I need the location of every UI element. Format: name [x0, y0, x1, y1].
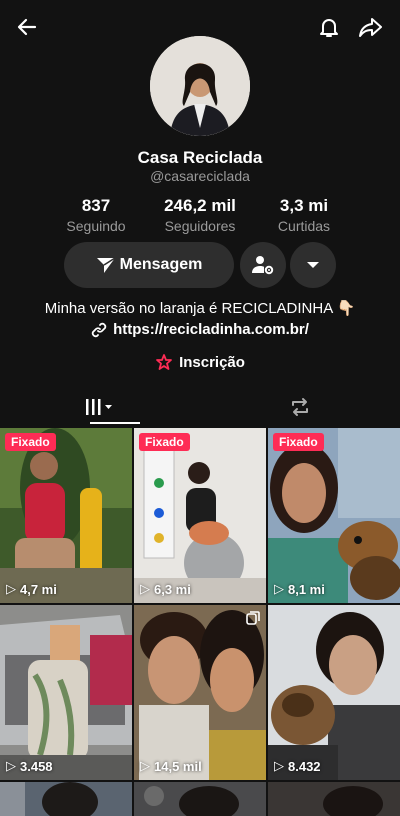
bio-link[interactable]: https://recicladinha.com.br/	[0, 321, 400, 338]
video-tile[interactable]: ▷ 14,5 mil	[134, 605, 266, 780]
play-icon: ▷	[274, 758, 284, 773]
share-icon[interactable]	[356, 12, 386, 42]
grid-icon	[83, 396, 117, 418]
subscription-icon	[155, 353, 173, 371]
video-tile[interactable]: Fixado ▷ 8,1 mi	[268, 428, 400, 603]
more-button[interactable]	[290, 242, 336, 288]
subscription-button[interactable]: Inscrição	[0, 353, 400, 371]
person-gear-icon	[251, 253, 275, 277]
video-tile[interactable]: ▷ 8.432	[268, 605, 400, 780]
stat-following[interactable]: 837 Seguindo	[56, 196, 136, 234]
stat-followers-label: Seguidores	[164, 218, 236, 234]
view-count: ▷ 3.458	[6, 758, 53, 774]
message-button-label: Mensagem	[119, 256, 203, 273]
pinned-badge: Fixado	[5, 433, 56, 451]
pinned-badge: Fixado	[273, 433, 324, 451]
play-icon: ▷	[140, 581, 150, 596]
play-icon: ▷	[274, 581, 284, 596]
stat-following-value: 837	[81, 196, 111, 215]
bell-icon[interactable]	[314, 12, 344, 42]
play-icon: ▷	[6, 758, 16, 773]
stat-likes-label: Curtidas	[277, 218, 331, 234]
tab-reposts[interactable]	[200, 388, 400, 426]
video-tile[interactable]	[268, 782, 400, 816]
active-tab-indicator	[90, 422, 140, 424]
repost-icon	[288, 396, 312, 418]
view-count: ▷ 14,5 mil	[140, 758, 202, 774]
video-grid: Fixado ▷ 4,7 mi Fixado ▷ 6,3 mi Fixado ▷ 8,…	[0, 428, 400, 816]
view-count: ▷ 8,1 mi	[274, 581, 325, 597]
send-icon	[96, 256, 116, 274]
stat-followers[interactable]: 246,2 mil Seguidores	[150, 196, 250, 234]
back-icon[interactable]	[12, 12, 42, 42]
follow-settings-button[interactable]	[240, 242, 286, 288]
view-count: ▷ 8.432	[274, 758, 321, 774]
video-tile[interactable]: Fixado ▷ 6,3 mi	[134, 428, 266, 603]
play-icon: ▷	[140, 758, 150, 773]
profile-handle: @casareciclada	[150, 168, 250, 184]
view-count: ▷ 6,3 mi	[140, 581, 191, 597]
tab-videos[interactable]	[0, 388, 200, 426]
video-tile[interactable]: Fixado ▷ 4,7 mi	[0, 428, 132, 603]
link-icon	[91, 322, 107, 338]
profile-name: Casa Reciclada	[137, 148, 263, 167]
view-count: ▷ 4,7 mi	[6, 581, 57, 597]
video-tile[interactable]	[134, 782, 266, 816]
message-button[interactable]: Mensagem	[64, 242, 234, 288]
play-icon: ▷	[6, 581, 16, 596]
stat-followers-value: 246,2 mil	[164, 196, 236, 215]
bio-link-text: https://recicladinha.com.br/	[113, 321, 309, 338]
bio-text: Minha versão no laranja é RECICLADINHA 👇…	[44, 300, 356, 317]
video-tile[interactable]	[0, 782, 132, 816]
profile-tabs	[0, 388, 400, 426]
video-tile[interactable]: ▷ 3.458	[0, 605, 132, 780]
multi-photo-icon	[246, 611, 260, 630]
avatar[interactable]	[150, 36, 250, 136]
subscription-label: Inscrição	[179, 353, 245, 371]
stat-likes[interactable]: 3,3 mi Curtidas	[264, 196, 344, 234]
chevron-down-icon	[306, 260, 320, 270]
stat-following-label: Seguindo	[66, 218, 126, 234]
stat-likes-value: 3,3 mi	[279, 196, 329, 215]
pinned-badge: Fixado	[139, 433, 190, 451]
